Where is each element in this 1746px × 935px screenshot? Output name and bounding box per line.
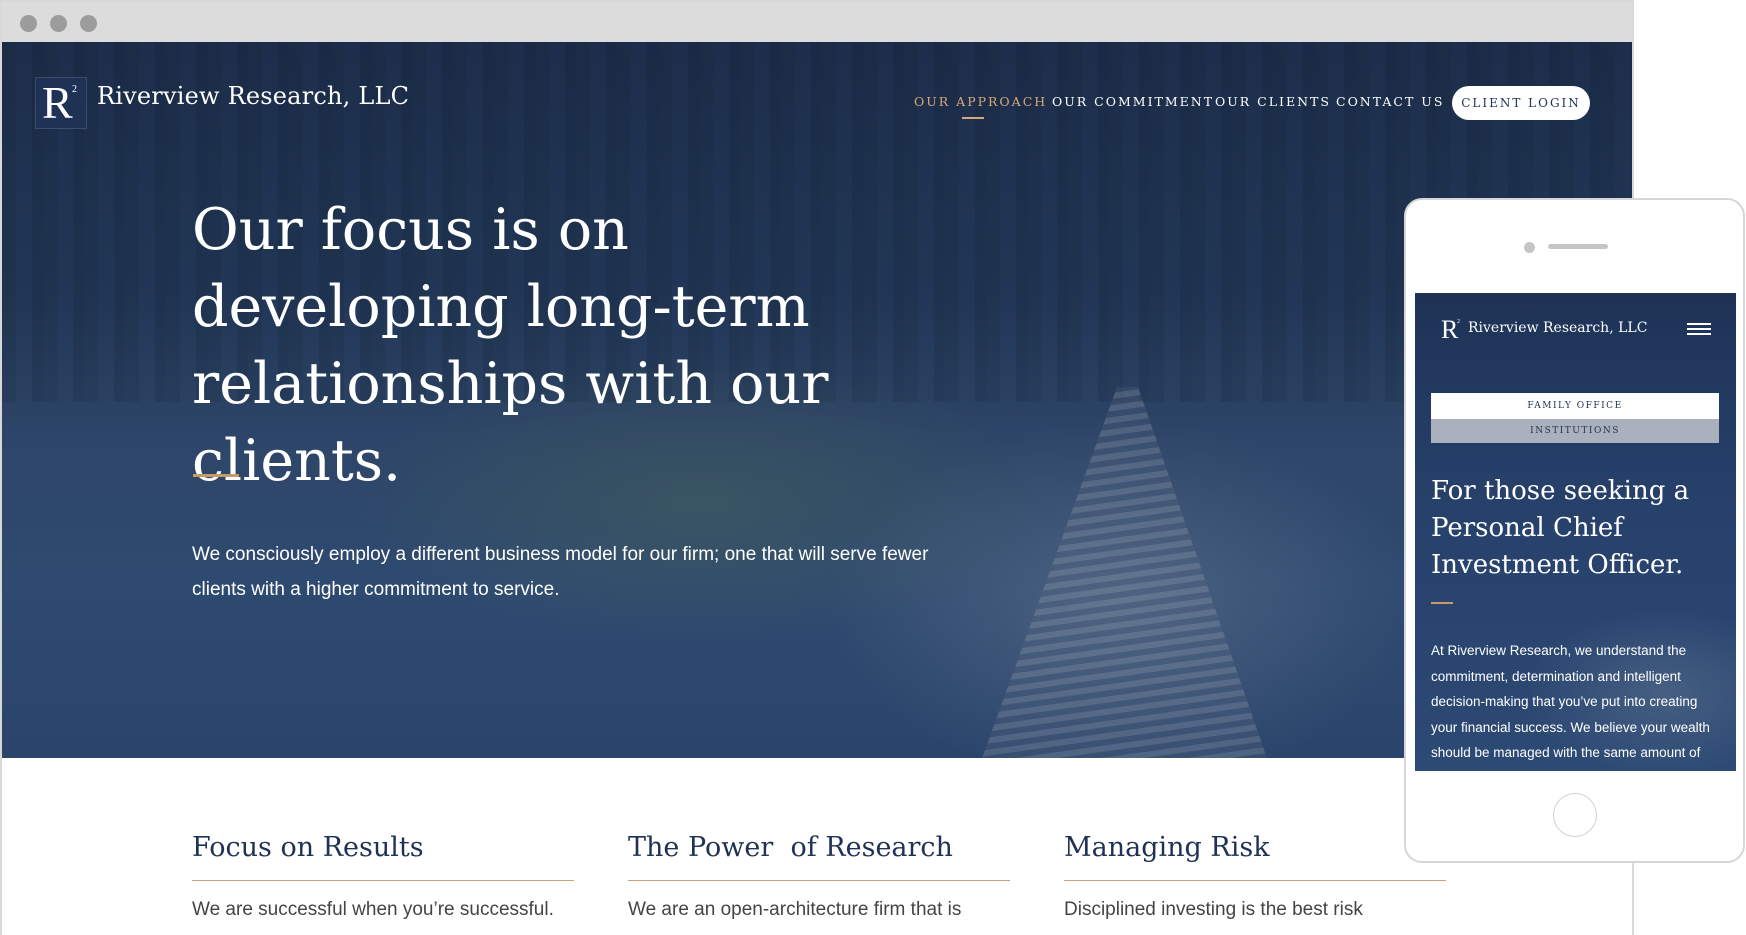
hamburger-menu-icon[interactable] bbox=[1681, 319, 1717, 341]
nav-our-commitment[interactable]: OUR COMMITMENT bbox=[1052, 94, 1214, 109]
feature-text: We are an open-architecture firm that is bbox=[628, 899, 962, 920]
hero-accent-rule bbox=[193, 474, 239, 477]
hero-title: Our focus is on developing long-term rel… bbox=[192, 197, 829, 494]
nav-our-approach[interactable]: OUR APPROACH bbox=[914, 94, 1047, 109]
feature-title: The Power of Research bbox=[628, 832, 1010, 881]
walkway-background bbox=[982, 387, 1267, 758]
phone-home-button[interactable] bbox=[1553, 793, 1597, 837]
feature-managing-risk: Managing Risk Disciplined investing is t… bbox=[1064, 832, 1446, 921]
feature-power-of-research: The Power of Research We are an open-arc… bbox=[628, 832, 1010, 921]
window-minimize-dot-icon[interactable] bbox=[50, 15, 67, 32]
client-login-button[interactable]: CLIENT LOGIN bbox=[1452, 86, 1590, 120]
hero-body: We consciously employ a different busine… bbox=[192, 544, 929, 600]
hero-section: R 2 Riverview Research, LLC OUR APPROACH… bbox=[2, 42, 1632, 758]
mobile-hero-body: At Riverview Research, we understand the… bbox=[1431, 643, 1710, 760]
desktop-browser-frame: R 2 Riverview Research, LLC OUR APPROACH… bbox=[0, 0, 1634, 935]
feature-title: Focus on Results bbox=[192, 832, 574, 881]
menu-line bbox=[1687, 328, 1711, 330]
browser-toolbar bbox=[2, 2, 1632, 42]
window-close-dot-icon[interactable] bbox=[20, 15, 37, 32]
mobile-hero-title: For those seeking a Personal Chief Inves… bbox=[1431, 476, 1690, 580]
nav-active-indicator bbox=[962, 117, 984, 119]
phone-camera bbox=[1524, 242, 1535, 253]
feature-title: Managing Risk bbox=[1064, 832, 1446, 881]
nav-our-clients[interactable]: OUR CLIENTS bbox=[1215, 94, 1331, 109]
mobile-accent-rule bbox=[1431, 602, 1453, 604]
phone-speaker bbox=[1548, 244, 1608, 249]
mobile-brand-name[interactable]: Riverview Research, LLC bbox=[1468, 320, 1647, 336]
window-zoom-dot-icon[interactable] bbox=[80, 15, 97, 32]
tab-institutions[interactable]: INSTITUTIONS bbox=[1431, 419, 1719, 443]
logo-superscript: 2 bbox=[72, 84, 77, 95]
mobile-logo-superscript: 2 bbox=[1457, 319, 1460, 325]
feature-text: Disciplined investing is the best risk bbox=[1064, 899, 1363, 920]
mobile-screen: R 2 Riverview Research, LLC FAMILY OFFIC… bbox=[1415, 293, 1736, 771]
brand-name[interactable]: Riverview Research, LLC bbox=[97, 82, 409, 110]
tab-family-office[interactable]: FAMILY OFFICE bbox=[1431, 393, 1719, 419]
feature-focus-on-results: Focus on Results We are successful when … bbox=[192, 832, 574, 921]
menu-line bbox=[1687, 323, 1711, 325]
menu-line bbox=[1687, 333, 1711, 335]
logo-letter: R bbox=[42, 77, 73, 128]
logo-mark[interactable]: R 2 bbox=[36, 78, 86, 128]
mobile-logo-letter[interactable]: R bbox=[1441, 315, 1458, 345]
feature-text: We are successful when you’re successful… bbox=[192, 899, 554, 920]
nav-contact-us[interactable]: CONTACT US bbox=[1336, 94, 1444, 109]
mobile-device-frame: R 2 Riverview Research, LLC FAMILY OFFIC… bbox=[1404, 198, 1745, 863]
